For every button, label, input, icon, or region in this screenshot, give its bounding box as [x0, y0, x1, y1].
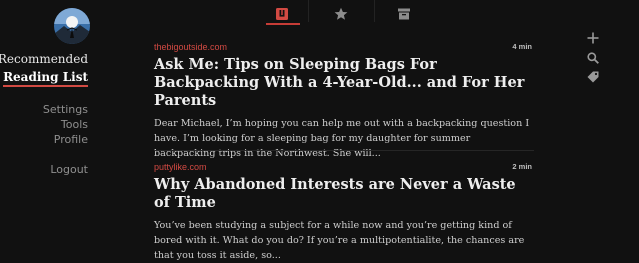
divider — [154, 150, 534, 151]
search-icon[interactable] — [586, 50, 600, 64]
article-excerpt: You’ve been studying a subject for a whi… — [154, 220, 525, 261]
archive-icon[interactable] — [397, 6, 411, 20]
plus-icon[interactable] — [586, 30, 600, 44]
tag-icon[interactable] — [586, 69, 600, 83]
article-excerpt: Dear Michael, I’m hoping you can help me… — [154, 118, 530, 159]
read-time: 2 min — [512, 162, 532, 171]
article-title[interactable]: Ask Me: Tips on Sleeping Bags For Backpa… — [154, 56, 534, 110]
article-source[interactable]: thebigoutside.com — [154, 42, 534, 52]
active-tab-indicator — [266, 23, 300, 25]
star-icon[interactable] — [334, 6, 348, 20]
pocket-icon[interactable] — [275, 6, 289, 20]
nav-reading-list[interactable]: Reading List — [3, 70, 88, 87]
nav-tools[interactable]: Tools — [61, 118, 88, 131]
nav-recommended[interactable]: Recommended — [0, 52, 88, 66]
read-time: 4 min — [512, 42, 532, 51]
article-title[interactable]: Why Abandoned Interests are Never a Wast… — [154, 176, 534, 212]
tab-divider — [308, 0, 309, 22]
nav-logout[interactable]: Logout — [50, 163, 88, 176]
article-source[interactable]: puttylike.com — [154, 162, 534, 172]
article-item[interactable]: puttylike.com 2 min Why Abandoned Intere… — [154, 162, 534, 263]
nav-settings[interactable]: Settings — [43, 103, 88, 116]
nav-profile[interactable]: Profile — [54, 133, 88, 146]
tab-divider — [374, 0, 375, 22]
article-item[interactable]: thebigoutside.com 4 min Ask Me: Tips on … — [154, 42, 534, 161]
avatar[interactable] — [54, 8, 90, 44]
